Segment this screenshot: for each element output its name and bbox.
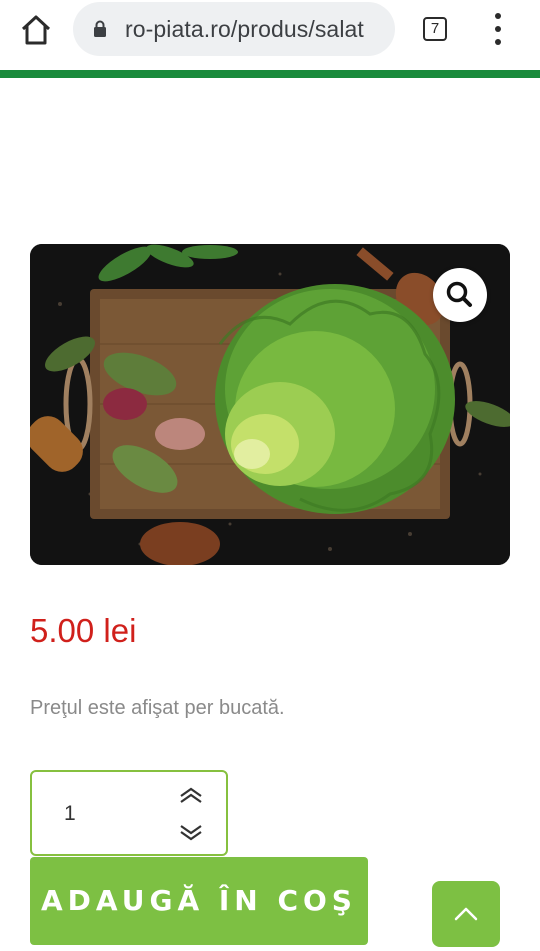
zoom-button[interactable] xyxy=(433,268,487,322)
product-price: 5.00 lei xyxy=(30,612,137,649)
chevron-down-double-icon[interactable] xyxy=(178,822,204,842)
tab-switcher-button[interactable]: 7 xyxy=(423,17,447,41)
lock-icon xyxy=(94,20,106,37)
chevron-up-icon xyxy=(454,907,478,921)
chevron-up-double-icon[interactable] xyxy=(178,786,204,806)
home-button[interactable] xyxy=(18,12,54,48)
url-text: ro-piata.ro/produs/salat xyxy=(125,16,364,42)
home-icon xyxy=(21,15,51,45)
header-accent-bar xyxy=(0,70,540,78)
price-note: Preţul este afişat per bucată. xyxy=(30,697,285,719)
add-to-cart-button[interactable]: ADAUGĂ ÎN COŞ xyxy=(30,857,368,945)
browser-toolbar: ro-piata.ro/produs/salat 7 xyxy=(0,0,540,70)
scroll-top-button[interactable] xyxy=(432,881,500,947)
more-vert-icon[interactable] xyxy=(488,13,508,45)
address-bar[interactable]: ro-piata.ro/produs/salat xyxy=(73,2,395,56)
search-icon xyxy=(446,281,472,307)
quantity-stepper[interactable]: 1 xyxy=(30,770,228,856)
quantity-value[interactable]: 1 xyxy=(64,802,76,826)
